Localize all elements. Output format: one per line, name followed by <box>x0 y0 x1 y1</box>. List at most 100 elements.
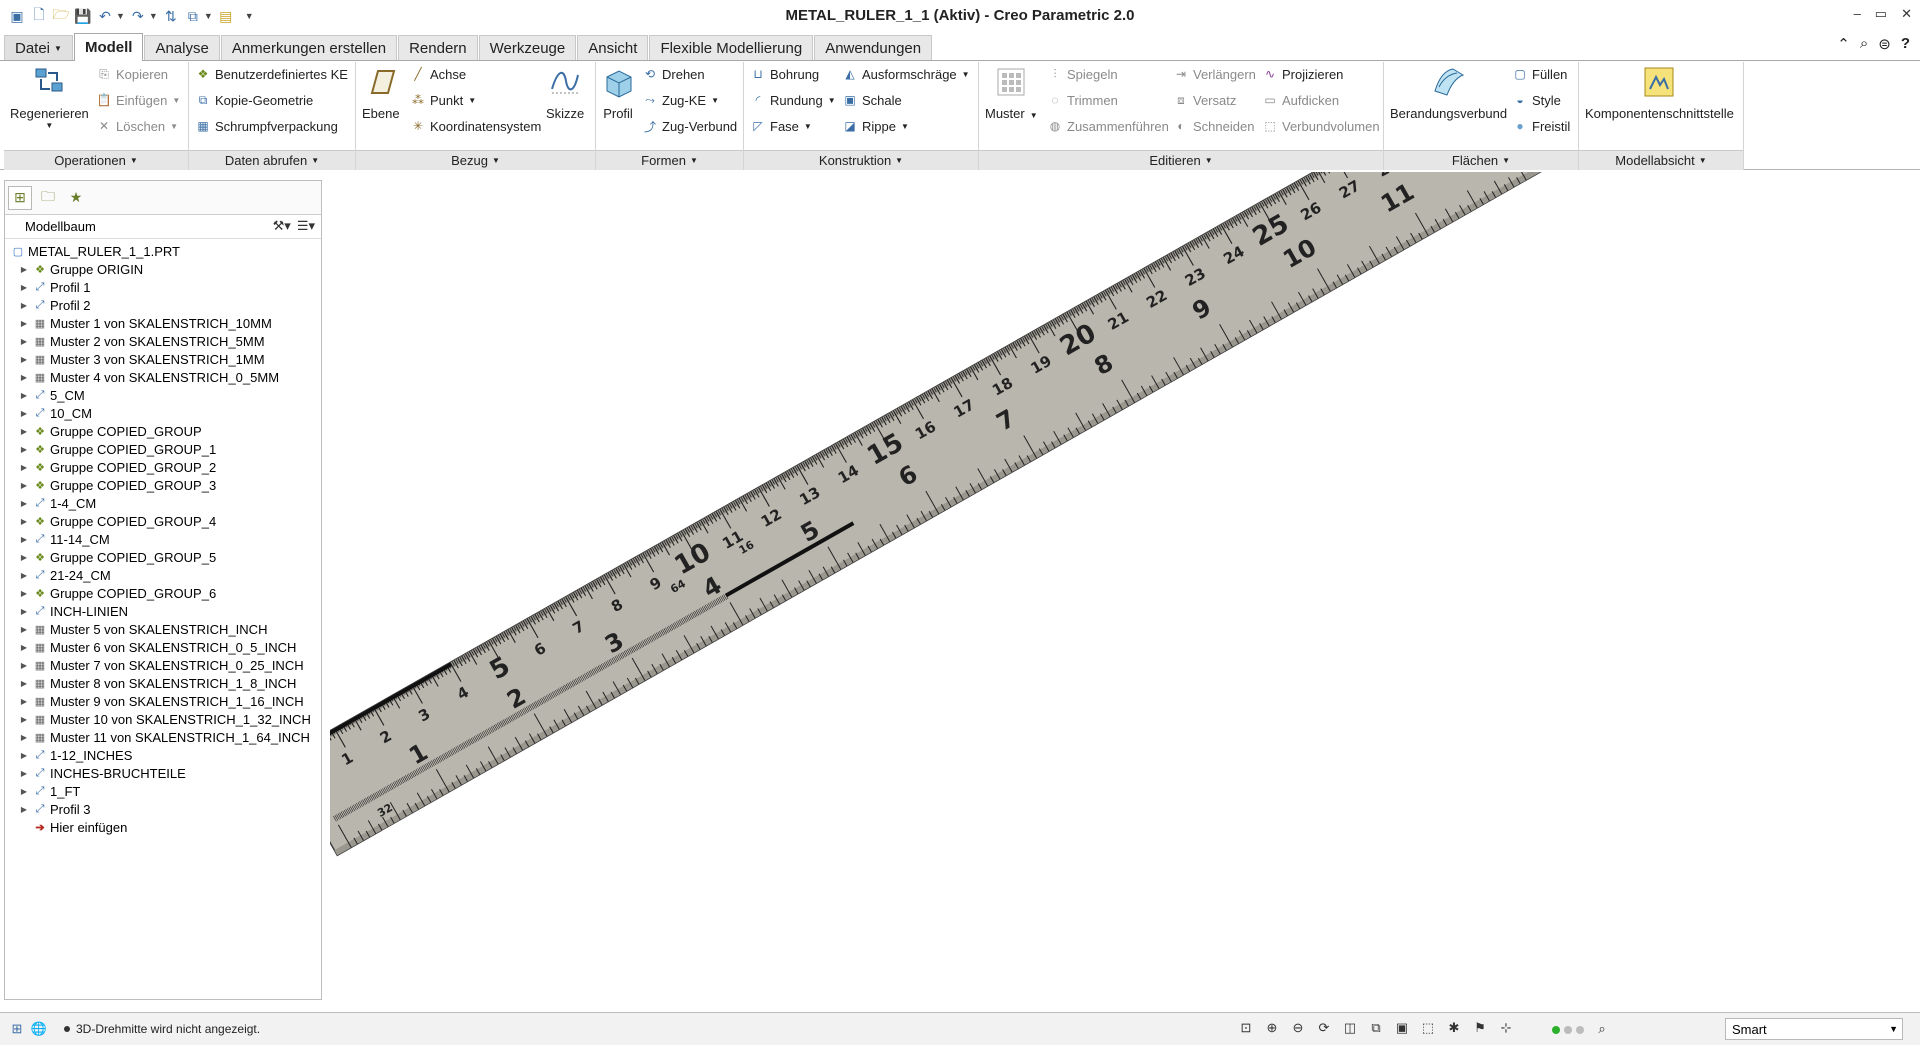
group-footer-formen[interactable]: Formen ▼ <box>596 150 743 170</box>
expand-arrow-icon[interactable]: ▶ <box>17 769 31 778</box>
tree-item[interactable]: ▶ ⤢ INCHES-BRUCHTEILE <box>5 764 321 782</box>
expand-arrow-icon[interactable]: ▶ <box>17 661 31 670</box>
schale-button[interactable]: ▣ Schale <box>842 90 901 110</box>
expand-arrow-icon[interactable]: ▶ <box>17 553 31 562</box>
tree-item[interactable]: ▶ ⤢ 11-14_CM <box>5 530 321 548</box>
tree-item[interactable]: ▶ ▦ Muster 9 von SKALENSTRICH_1_16_INCH <box>5 692 321 710</box>
tree-filter-icon[interactable]: ☰▾ <box>297 218 315 234</box>
tab-anwendungen[interactable]: Anwendungen <box>814 35 933 60</box>
expand-arrow-icon[interactable]: ▶ <box>17 679 31 688</box>
group-footer-bezug[interactable]: Bezug ▼ <box>356 150 595 170</box>
group-footer-modellabsicht[interactable]: Modellabsicht ▼ <box>1579 150 1743 170</box>
expand-arrow-icon[interactable]: ▶ <box>17 445 31 454</box>
tree-item[interactable]: ▶ ▦ Muster 2 von SKALENSTRICH_5MM <box>5 332 321 350</box>
datum-display-icon[interactable]: ✱ <box>1444 1018 1464 1038</box>
expand-arrow-icon[interactable]: ▶ <box>17 427 31 436</box>
style-button[interactable]: ◒ Style <box>1512 90 1561 110</box>
fuellen-button[interactable]: ▢ Füllen <box>1512 64 1567 84</box>
selection-filter[interactable]: Smart ▼ <box>1725 1018 1903 1040</box>
tab-modell[interactable]: Modell <box>73 33 144 61</box>
zusammenfuehren-button[interactable]: ◍ Zusammenführen <box>1047 116 1169 136</box>
spiegeln-button[interactable]: ⫶ Spiegeln <box>1047 64 1117 84</box>
tree-item[interactable]: ▶ ⤢ 21-24_CM <box>5 566 321 584</box>
muster-button[interactable]: Muster ▼ <box>985 64 1038 121</box>
tree-item[interactable]: ▶ ❖ Gruppe ORIGIN <box>5 260 321 278</box>
expand-arrow-icon[interactable]: ▶ <box>17 499 31 508</box>
tree-item[interactable]: ▶ ▦ Muster 1 von SKALENSTRICH_10MM <box>5 314 321 332</box>
verlaengern-button[interactable]: ⇥ Verlängern <box>1173 64 1256 84</box>
tab-analyse[interactable]: Analyse <box>144 35 220 60</box>
tree-item[interactable]: ▶ ⤢ 1-12_INCHES <box>5 746 321 764</box>
expand-arrow-icon[interactable]: ▶ <box>17 571 31 580</box>
koordinatensystem-button[interactable]: ✳ Koordinatensystem <box>410 116 541 136</box>
drehen-button[interactable]: ⟲ Drehen <box>642 64 705 84</box>
ausformschraege-button[interactable]: ◭ Ausformschräge ▼ <box>842 64 969 84</box>
app-icon[interactable]: ▣ <box>8 7 26 25</box>
expand-arrow-icon[interactable]: ▶ <box>17 787 31 796</box>
tree-item[interactable]: ▶ ▦ Muster 10 von SKALENSTRICH_1_32_INCH <box>5 710 321 728</box>
skizze-button[interactable]: Skizze <box>546 64 584 121</box>
rippe-button[interactable]: ◪ Rippe ▼ <box>842 116 909 136</box>
tree-item[interactable]: ▶ ❖ Gruppe COPIED_GROUP_6 <box>5 584 321 602</box>
benutzerdefiniertes-ke-button[interactable]: ❖ Benutzerdefiniertes KE <box>195 64 348 84</box>
browser-toggle-icon[interactable]: 🌐 <box>28 1018 50 1040</box>
tree-item[interactable]: ▶ ▦ Muster 8 von SKALENSTRICH_1_8_INCH <box>5 674 321 692</box>
collapse-ribbon-icon[interactable]: ⌃ <box>1837 35 1850 53</box>
freistil-button[interactable]: ● Freistil <box>1512 116 1570 136</box>
tree-item[interactable]: ▶ ⤢ Profil 2 <box>5 296 321 314</box>
annotation-display-icon[interactable]: ⚑ <box>1470 1018 1490 1038</box>
expand-arrow-icon[interactable]: ▶ <box>17 337 31 346</box>
punkt-button[interactable]: ⁂ Punkt ▼ <box>410 90 476 110</box>
aufdicken-button[interactable]: ▭ Aufdicken <box>1262 90 1339 110</box>
zug-ke-button[interactable]: ⤳ Zug-KE ▼ <box>642 90 719 110</box>
achse-button[interactable]: ╱ Achse <box>410 64 466 84</box>
expand-arrow-icon[interactable]: ▶ <box>17 751 31 760</box>
tab-datei[interactable]: Datei ▼ <box>4 35 73 60</box>
expand-arrow-icon[interactable]: ▶ <box>17 643 31 652</box>
versatz-button[interactable]: ⧈ Versatz <box>1173 90 1236 110</box>
display-style-icon[interactable]: ◫ <box>1340 1018 1360 1038</box>
group-footer-konstruktion[interactable]: Konstruktion ▼ <box>744 150 978 170</box>
open-icon[interactable]: 🗁 <box>52 6 70 25</box>
expand-arrow-icon[interactable]: ▶ <box>17 733 31 742</box>
bohrung-button[interactable]: ⊔ Bohrung <box>750 64 819 84</box>
expand-arrow-icon[interactable]: ▶ <box>17 355 31 364</box>
redo-icon[interactable]: ↷ <box>129 7 147 25</box>
schneiden-button[interactable]: ◐ Schneiden <box>1173 116 1254 136</box>
tree-item[interactable]: ▶ ⤢ INCH-LINIEN <box>5 602 321 620</box>
zoom-in-icon[interactable]: ⊕ <box>1262 1018 1282 1038</box>
projizieren-button[interactable]: ∿ Projizieren <box>1262 64 1343 84</box>
verbundvolumen-button[interactable]: ⬚ Verbundvolumen <box>1262 116 1379 136</box>
group-footer-editieren[interactable]: Editieren ▼ <box>979 150 1383 170</box>
tree-insert-here[interactable]: ➔ Hier einfügen <box>5 818 321 836</box>
expand-arrow-icon[interactable]: ▶ <box>17 373 31 382</box>
folder-browser-tab-icon[interactable]: 🗀 <box>36 186 60 210</box>
redo-dropdown-icon[interactable]: ▼ <box>149 11 158 21</box>
berandungsverbund-button[interactable]: Berandungsverbund <box>1390 64 1507 121</box>
fase-button[interactable]: ◸ Fase ▼ <box>750 116 811 136</box>
perspective-icon[interactable]: ⬚ <box>1418 1018 1438 1038</box>
expand-arrow-icon[interactable]: ▶ <box>17 463 31 472</box>
find-icon[interactable]: ⌕ <box>1592 1019 1612 1039</box>
tree-settings-icon[interactable]: ⚒▾ <box>273 218 291 234</box>
tree-item[interactable]: ▶ ❖ Gruppe COPIED_GROUP_4 <box>5 512 321 530</box>
navigator-toggle-icon[interactable]: ⊞ <box>6 1018 28 1040</box>
group-footer-daten-abrufen[interactable]: Daten abrufen ▼ <box>189 150 355 170</box>
tree-item[interactable]: ▶ ▦ Muster 4 von SKALENSTRICH_0_5MM <box>5 368 321 386</box>
undo-dropdown-icon[interactable]: ▼ <box>116 11 125 21</box>
expand-arrow-icon[interactable]: ▶ <box>17 391 31 400</box>
customize-toolbar-icon[interactable]: ▼ <box>245 11 254 21</box>
expand-arrow-icon[interactable]: ▶ <box>17 283 31 292</box>
expand-arrow-icon[interactable]: ▶ <box>17 517 31 526</box>
einfuegen-button[interactable]: 📋 Einfügen ▼ <box>96 90 181 110</box>
repaint-icon[interactable]: ⟳ <box>1314 1018 1334 1038</box>
rundung-button[interactable]: ◜ Rundung ▼ <box>750 90 836 110</box>
tree-item[interactable]: ▶ ⤢ 1-4_CM <box>5 494 321 512</box>
ebene-button[interactable]: Ebene <box>362 64 400 121</box>
close-icon[interactable]: ✕ <box>1901 6 1912 22</box>
expand-arrow-icon[interactable]: ▶ <box>17 697 31 706</box>
close-window-icon[interactable]: ▤ <box>217 7 235 25</box>
zug-verbund-button[interactable]: ⤴ Zug-Verbund <box>642 116 737 136</box>
windows-dropdown-icon[interactable]: ▼ <box>204 11 213 21</box>
expand-arrow-icon[interactable]: ▶ <box>17 805 31 814</box>
